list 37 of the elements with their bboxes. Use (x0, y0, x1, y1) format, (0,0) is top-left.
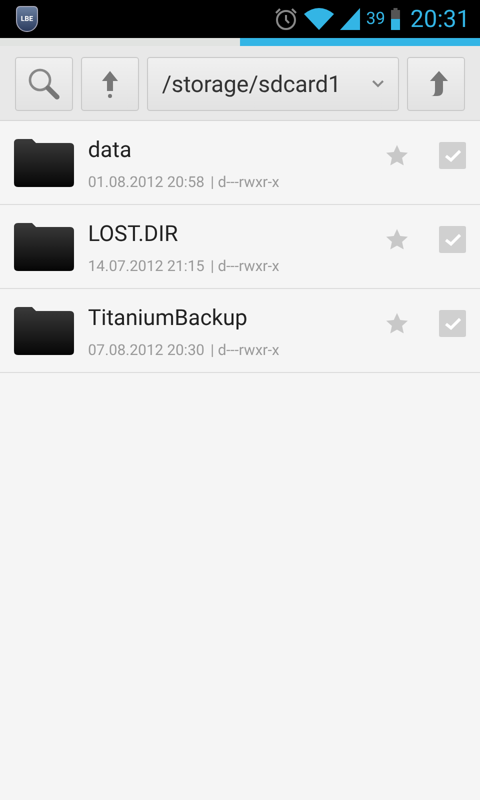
battery-icon (391, 8, 400, 30)
star-icon[interactable] (385, 144, 409, 168)
up-button[interactable] (81, 57, 139, 111)
check-icon (444, 318, 460, 330)
caret-icon (372, 80, 384, 88)
file-name: LOST.DIR (88, 222, 179, 247)
permissions: | d---rwxr-x (210, 173, 280, 191)
clock: 20:31 (410, 5, 470, 33)
jump-button[interactable] (407, 57, 465, 111)
file-name: TitaniumBackup (88, 306, 248, 331)
modified-date: 14.07.2012 21:15 (88, 257, 204, 275)
checkbox[interactable] (439, 226, 466, 253)
up-arrow-icon (100, 69, 120, 99)
file-name: data (88, 138, 133, 163)
file-row[interactable]: data 01.08.2012 20:58 | d---rwxr-x (0, 121, 480, 205)
modified-date: 01.08.2012 20:58 (88, 173, 204, 191)
search-icon (27, 67, 61, 101)
file-row[interactable]: TitaniumBackup 07.08.2012 20:30 | d---rwxr-x (0, 289, 480, 373)
search-button[interactable] (15, 57, 73, 111)
signal-icon (340, 8, 360, 30)
modified-date: 07.08.2012 20:30 (88, 341, 204, 359)
checkbox[interactable] (439, 310, 466, 337)
star-icon[interactable] (385, 312, 409, 336)
star-icon[interactable] (385, 228, 409, 252)
path-dropdown[interactable]: /storage/sdcard1 (147, 57, 399, 111)
permissions: | d---rwxr-x (210, 341, 280, 359)
folder-icon (12, 220, 76, 272)
folder-icon (12, 136, 76, 188)
checkbox[interactable] (439, 142, 466, 169)
folder-icon (12, 304, 76, 356)
alarm-clock-icon (274, 7, 298, 31)
battery-level: 39 (366, 9, 386, 29)
file-row[interactable]: LOST.DIR 14.07.2012 21:15 | d---rwxr-x (0, 205, 480, 289)
check-icon (444, 234, 460, 246)
wifi-icon (304, 8, 334, 30)
check-icon (444, 150, 460, 162)
permissions: | d---rwxr-x (210, 257, 280, 275)
